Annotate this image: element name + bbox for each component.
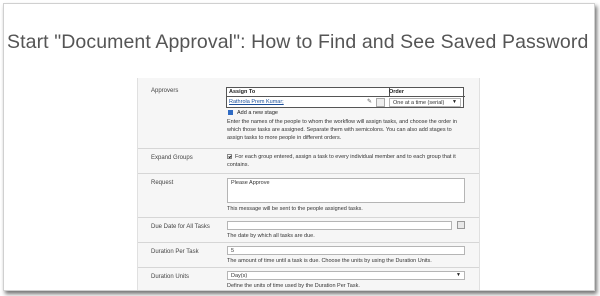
duration-per-task-label: Duration Per Task bbox=[151, 249, 199, 255]
expand-groups-checkbox[interactable] bbox=[227, 154, 232, 160]
check-names-icon[interactable]: ✎ bbox=[367, 98, 375, 106]
request-textarea[interactable]: Please Approve bbox=[227, 178, 465, 203]
page-title: Start "Document Approval": How to Find a… bbox=[7, 31, 594, 53]
approvers-row: Approvers Assign To Order Rathrola Prem … bbox=[138, 78, 479, 147]
address-book-icon[interactable] bbox=[376, 98, 385, 107]
assign-to-header: Assign To bbox=[227, 88, 390, 97]
due-date-label: Due Date for All Tasks bbox=[151, 224, 210, 230]
duration-per-task-row: Duration Per Task 5 The amount of time u… bbox=[138, 242, 479, 267]
duration-units-help: Define the units of time used by the Dur… bbox=[227, 283, 360, 289]
expand-groups-label: Expand Groups bbox=[151, 155, 193, 161]
duration-units-row: Duration Units Day(s) ▼ Define the units… bbox=[138, 267, 479, 290]
assignee-name[interactable]: Rathrola Prem Kumar; bbox=[229, 99, 284, 105]
request-row: Request Please Approve This message will… bbox=[138, 173, 479, 217]
expand-groups-text: For each group entered, assign a task to… bbox=[227, 154, 456, 168]
order-header: Order bbox=[387, 88, 465, 97]
order-select[interactable]: One at a time (serial) ▼ bbox=[389, 98, 461, 107]
add-stage-label: Add a new stage bbox=[237, 110, 278, 116]
add-stage-icon bbox=[228, 110, 233, 116]
calendar-icon[interactable] bbox=[457, 221, 465, 229]
chevron-down-icon: ▼ bbox=[456, 272, 461, 278]
add-stage-link[interactable]: Add a new stage bbox=[228, 110, 278, 116]
approvers-help: Enter the names of the people to whom th… bbox=[227, 119, 457, 141]
due-date-help: The date by which all tasks are due. bbox=[227, 233, 315, 239]
approvers-table: Assign To Order Rathrola Prem Kumar; ✎ O… bbox=[226, 87, 465, 108]
duration-units-select[interactable]: Day(s) ▼ bbox=[227, 271, 465, 280]
due-date-input[interactable] bbox=[227, 221, 452, 230]
request-label: Request bbox=[151, 180, 174, 186]
workflow-form: Approvers Assign To Order Rathrola Prem … bbox=[137, 78, 480, 290]
expand-groups-row: Expand Groups For each group entered, as… bbox=[138, 148, 479, 173]
duration-per-task-help: The amount of time until a task is due. … bbox=[227, 258, 432, 264]
due-date-row: Due Date for All Tasks The date by which… bbox=[138, 217, 479, 242]
duration-units-value: Day(s) bbox=[231, 273, 248, 279]
duration-per-task-input[interactable]: 5 bbox=[227, 246, 465, 255]
order-select-value: One at a time (serial) bbox=[393, 100, 445, 106]
request-help: This message will be sent to the people … bbox=[227, 206, 363, 212]
expand-groups-option: For each group entered, assign a task to… bbox=[227, 153, 469, 169]
screenshot-frame: Start "Document Approval": How to Find a… bbox=[3, 3, 595, 291]
duration-units-label: Duration Units bbox=[151, 274, 190, 280]
assign-to-field[interactable]: Rathrola Prem Kumar; bbox=[229, 98, 367, 107]
chevron-down-icon: ▼ bbox=[452, 99, 457, 105]
approvers-label: Approvers bbox=[151, 88, 179, 94]
